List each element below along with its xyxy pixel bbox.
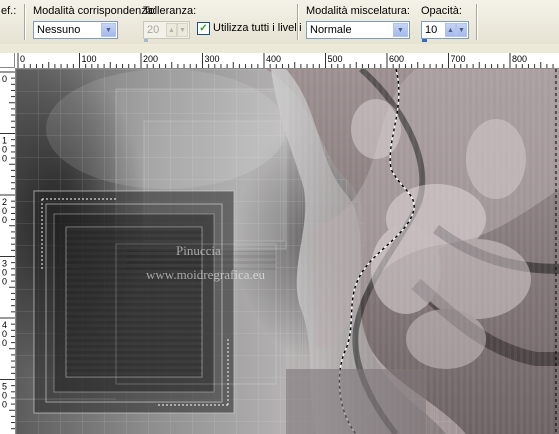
chevron-down-icon[interactable]: ▼ — [393, 23, 408, 37]
separator — [24, 4, 26, 40]
arrow-down-icon[interactable]: ▼ — [177, 23, 188, 37]
ruler-label: 0 — [2, 215, 7, 225]
arrow-up-icon[interactable]: ▲ — [445, 23, 456, 37]
ruler-label: 200 — [143, 54, 158, 64]
separator — [476, 4, 478, 40]
ruler-label: 700 — [451, 54, 466, 64]
match-mode-value: Nessuno — [37, 24, 81, 36]
match-mode-label: Modalità corrispondenza: — [33, 5, 156, 17]
image-canvas[interactable]: Pinuccia www.moidregrafica.eu — [16, 69, 559, 434]
ruler-label: 800 — [512, 54, 527, 64]
ruler-label: 0 — [2, 154, 7, 164]
vertical-ruler[interactable]: 0100200300400500 — [0, 68, 16, 434]
ruler-label: 300 — [205, 54, 220, 64]
ruler-label: 0 — [20, 54, 25, 64]
tool-options-bar: ef.: Modalità corrispondenza: Nessuno ▼ … — [0, 0, 559, 45]
opacity-value: 10 — [425, 24, 438, 36]
watermark-name: Pinuccia — [176, 243, 221, 258]
partial-label: ef.: — [1, 5, 17, 17]
use-all-layers-label: Utilizza tutti i livelli — [213, 22, 302, 34]
horizontal-ruler-ticks: 0 100 200 300 400 500 600 700 800 — [17, 53, 554, 68]
ruler-label: 0 — [2, 400, 7, 410]
ruler-label: 100 — [82, 54, 97, 64]
ruler-label: 0 — [2, 277, 7, 287]
ruler-corner — [0, 53, 15, 68]
opacity-slider-bar[interactable] — [422, 39, 427, 42]
tolerance-label: Tolleranza: — [143, 5, 197, 17]
chevron-down-icon[interactable]: ▼ — [101, 23, 116, 37]
vertical-ruler-ticks: 0100200300400500 — [0, 71, 15, 430]
ruler-label: 0 — [2, 338, 7, 348]
workspace-gap — [0, 44, 559, 53]
match-mode-select[interactable]: Nessuno ▼ — [33, 21, 118, 39]
watermark-url: www.moidregrafica.eu — [146, 267, 265, 282]
horizontal-ruler[interactable]: 0 100 200 300 400 500 600 700 800 — [15, 53, 559, 69]
opacity-spinner[interactable]: 10 ▲ ▼ — [421, 21, 469, 42]
use-all-layers-checkbox[interactable]: ✓ — [197, 22, 210, 35]
tolerance-spinner[interactable]: 20 ▲ ▼ — [143, 21, 190, 42]
ruler-label: 500 — [328, 54, 343, 64]
blend-mode-value: Normale — [310, 24, 352, 36]
tolerance-slider-bar[interactable] — [144, 39, 148, 42]
separator — [297, 4, 299, 40]
check-icon: ✓ — [199, 23, 208, 34]
ruler-label: 0 — [2, 74, 7, 84]
tolerance-value: 20 — [147, 24, 160, 36]
opacity-label: Opacità: — [421, 5, 462, 17]
blend-mode-select[interactable]: Normale ▼ — [306, 21, 410, 39]
arrow-down-icon[interactable]: ▼ — [456, 23, 467, 37]
canvas-artwork: Pinuccia www.moidregrafica.eu — [16, 69, 559, 434]
ruler-label: 400 — [266, 54, 281, 64]
blend-mode-label: Modalità miscelatura: — [306, 5, 410, 17]
arrow-up-icon[interactable]: ▲ — [166, 23, 177, 37]
ruler-label: 600 — [389, 54, 404, 64]
